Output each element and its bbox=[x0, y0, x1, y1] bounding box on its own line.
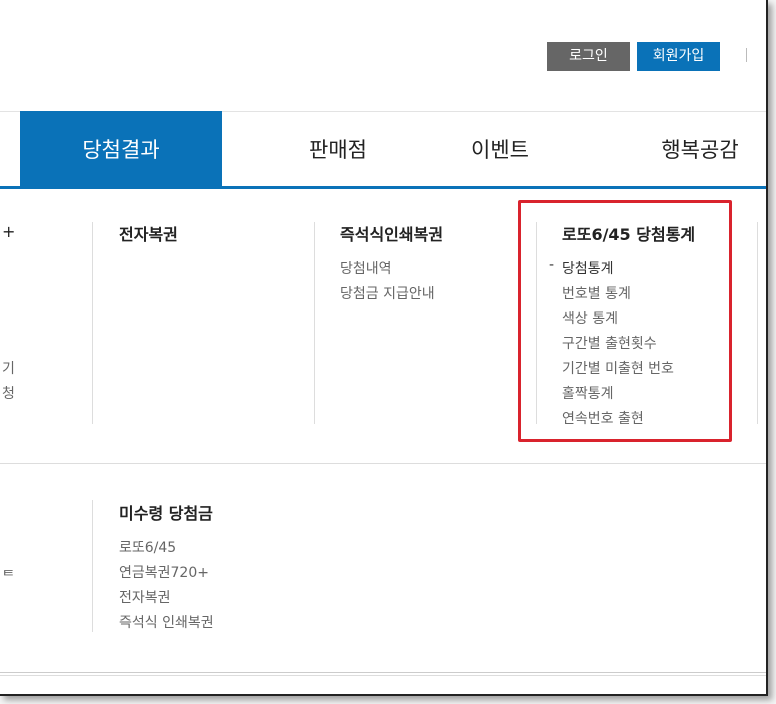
column-divider bbox=[92, 500, 93, 632]
menu-item-unclaimed-instant[interactable]: 즉석식 인쇄복권 bbox=[119, 612, 214, 632]
menu-item-unclaimed-electronic[interactable]: 전자복권 bbox=[119, 587, 171, 607]
main-nav: 당첨결과 판매점 이벤트 행복공감 bbox=[0, 111, 766, 189]
menu-heading-instant[interactable]: 즉석식인쇄복권 bbox=[340, 221, 443, 245]
menu-item-unclaimed-pension[interactable]: 연금복권720+ bbox=[119, 562, 209, 582]
nav-tab-events[interactable]: 이벤트 bbox=[400, 111, 600, 187]
menu-heading-electronic[interactable]: 전자복권 bbox=[119, 221, 178, 245]
nav-tab-happy[interactable]: 행복공감 bbox=[600, 111, 766, 187]
menu-item-unclaimed-lotto[interactable]: 로또6/45 bbox=[119, 537, 176, 557]
bottom-border bbox=[0, 675, 766, 676]
highlight-box bbox=[518, 200, 732, 442]
nav-tab-results[interactable]: 당첨결과 bbox=[20, 111, 222, 187]
menu-heading-unclaimed[interactable]: 미수령 당첨금 bbox=[119, 500, 213, 524]
login-button[interactable]: 로그인 bbox=[547, 42, 630, 71]
left-col-item-fragment[interactable]: 청 bbox=[2, 383, 15, 403]
left-col-item-fragment: ᄐ bbox=[2, 569, 15, 585]
column-divider bbox=[314, 222, 315, 424]
page-frame: 로그인 회원가입 당첨결과 판매점 이벤트 행복공감 + 기 청 ᄐ 전자복권 … bbox=[0, 0, 768, 696]
signup-button[interactable]: 회원가입 bbox=[637, 42, 720, 71]
bottom-border bbox=[0, 672, 766, 673]
menu-item-instant-payout[interactable]: 당첨금 지급안내 bbox=[340, 283, 435, 303]
column-divider bbox=[757, 222, 758, 424]
header-divider bbox=[746, 48, 747, 62]
left-col-item-fragment[interactable]: 기 bbox=[2, 358, 15, 378]
column-divider bbox=[92, 222, 93, 424]
left-col-heading-fragment: + bbox=[2, 222, 16, 241]
section-divider bbox=[0, 463, 766, 464]
menu-item-instant-results[interactable]: 당첨내역 bbox=[340, 258, 392, 278]
